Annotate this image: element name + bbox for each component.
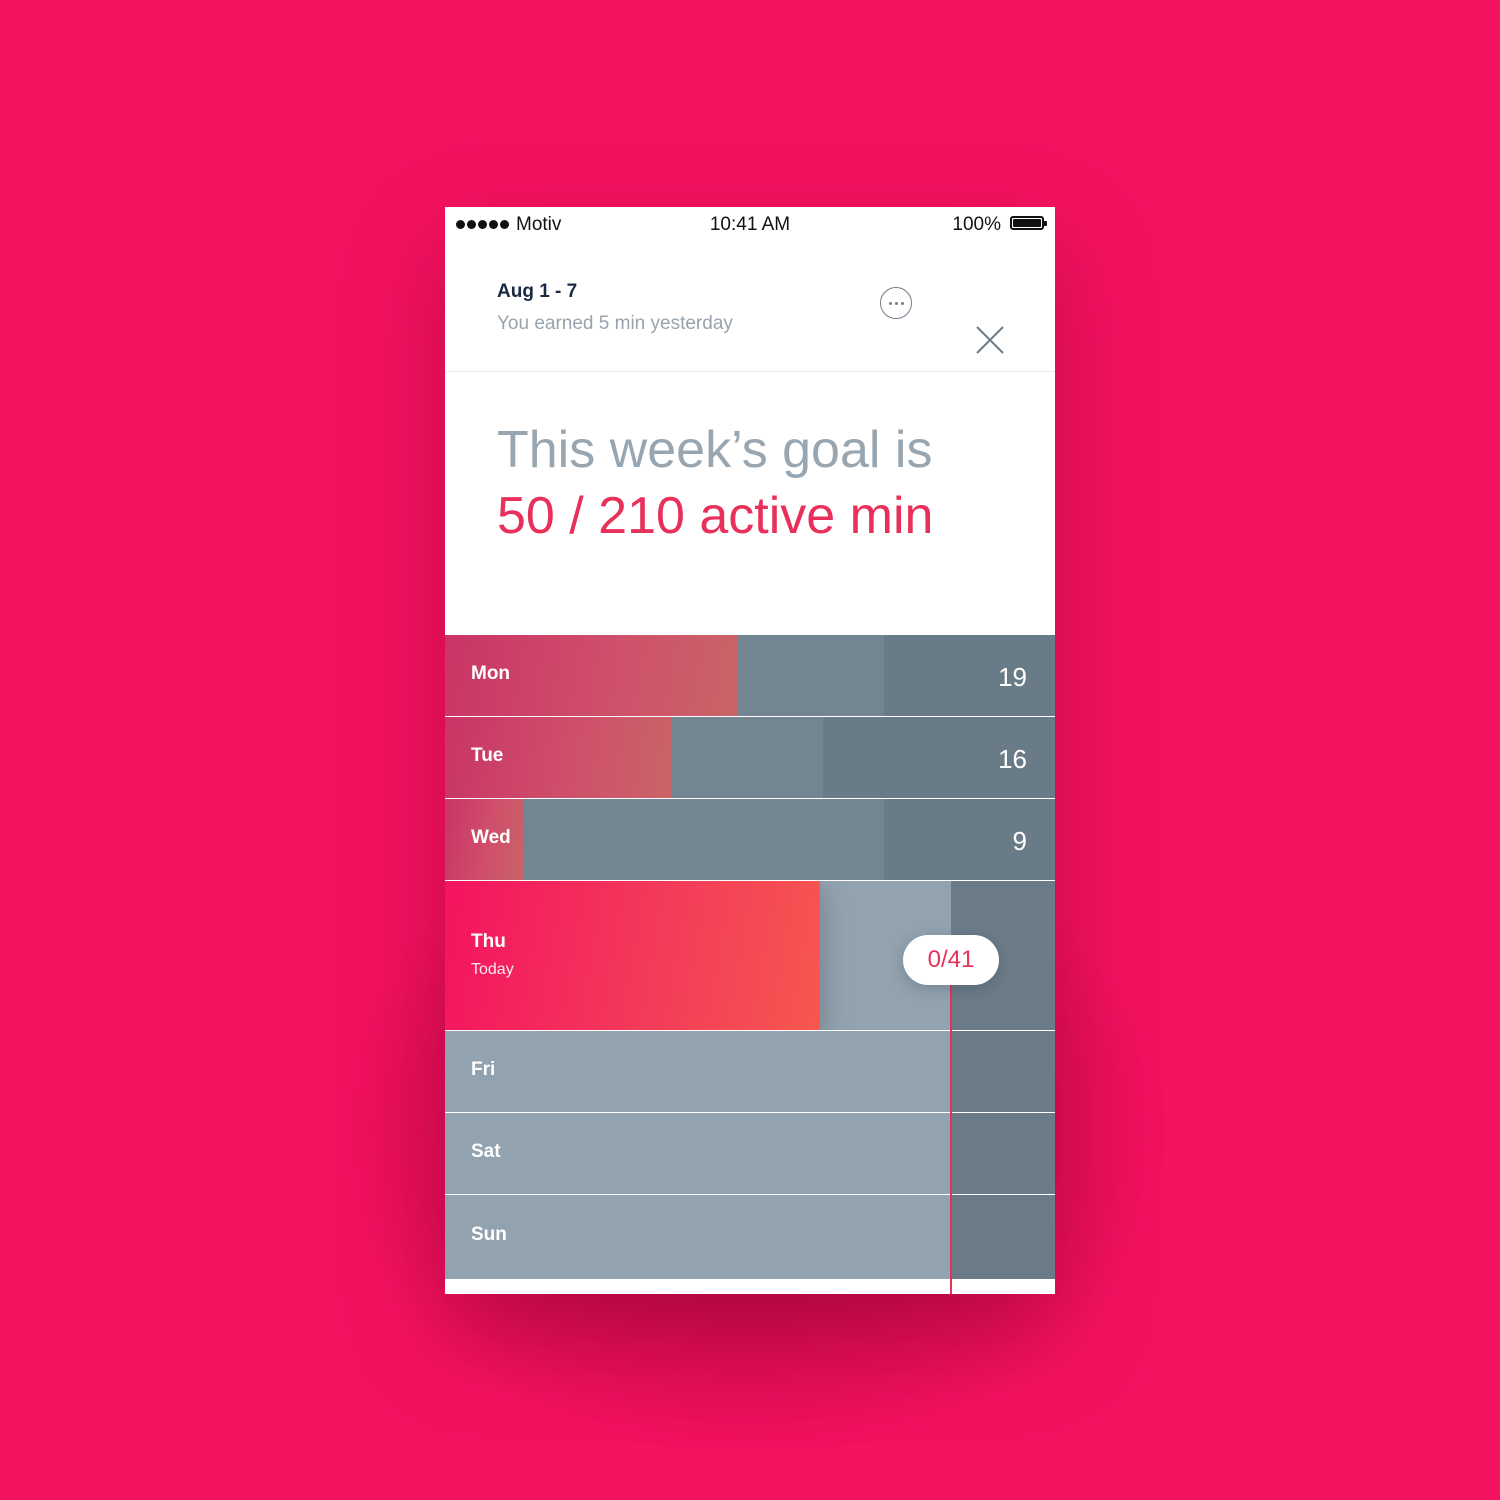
day-target-remainder (951, 1195, 1055, 1279)
day-sublabel: Today (471, 961, 514, 978)
earned-subtitle: You earned 5 min yesterday (497, 313, 733, 334)
day-label: Mon (471, 663, 511, 684)
today-progress-badge[interactable]: 0/41 (903, 935, 999, 985)
header: Aug 1 - 7 You earned 5 min yesterday (445, 243, 1055, 372)
day-row-sun[interactable]: Sun (445, 1195, 1055, 1279)
day-label: Wed (471, 827, 511, 848)
status-bar: Motiv 10:41 AM 100% (445, 207, 1055, 243)
day-target-remainder (951, 1113, 1055, 1195)
day-row-tue[interactable]: Tue 16 (445, 717, 1055, 799)
day-label: Tue (471, 745, 504, 766)
day-row-wed[interactable]: Wed 9 (445, 799, 1055, 881)
day-label: Fri (471, 1059, 496, 1080)
ellipsis-dot (900, 301, 904, 305)
day-value: 9 (1012, 826, 1027, 856)
weekly-goal: This week’s goal is 50 / 210 active min (497, 417, 1037, 549)
goal-progress: 50 / 210 active min (497, 487, 934, 545)
day-progress-fill (445, 881, 820, 1031)
close-button[interactable] (975, 325, 1005, 355)
day-value: 19 (998, 662, 1027, 692)
more-options-button[interactable] (880, 287, 912, 319)
day-label: Sun (471, 1224, 507, 1245)
day-value: 16 (998, 744, 1027, 774)
phone-screen: Motiv 10:41 AM 100% Aug 1 - 7 You earned… (445, 207, 1055, 1294)
day-label: Sat (471, 1141, 501, 1162)
battery-icon (1010, 216, 1047, 230)
day-target-remainder (951, 1031, 1055, 1113)
battery-percent: 100% (952, 214, 1001, 235)
day-target-remainder (884, 635, 1055, 717)
day-label: Thu (471, 931, 506, 952)
day-row-fri[interactable]: Fri (445, 1031, 1055, 1113)
close-icon (976, 326, 1004, 354)
day-target-remainder (884, 799, 1055, 881)
date-range: Aug 1 - 7 (497, 281, 578, 302)
goal-heading: This week’s goal is (497, 421, 933, 479)
ellipsis-dot (894, 301, 898, 305)
day-row-mon[interactable]: Mon 19 (445, 635, 1055, 717)
daily-goal-marker (950, 981, 952, 1294)
ellipsis-circle-icon (888, 301, 892, 305)
daily-activity-chart: Mon 19 Tue 16 Wed 9 Thu Today Fri Sat Sun 0/41 (445, 635, 1055, 1294)
day-row-sat[interactable]: Sat (445, 1113, 1055, 1195)
